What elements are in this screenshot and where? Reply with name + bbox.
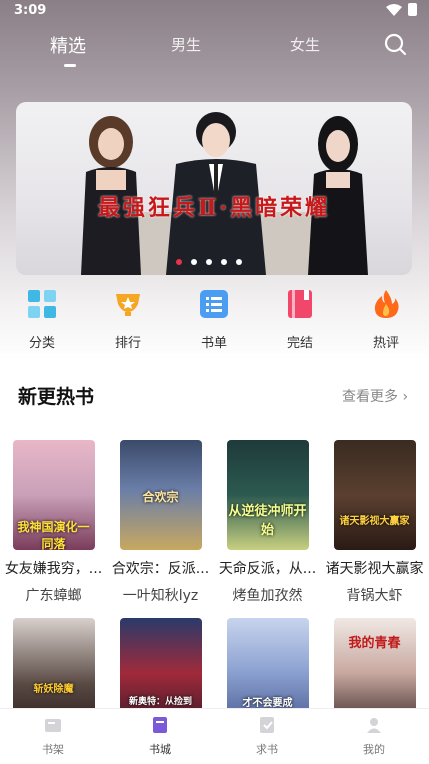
book-title: 诸天影视大赢家	[325, 561, 424, 577]
status-bar: 3:09	[0, 0, 429, 22]
book-cover: 从逆徒冲师开始	[226, 440, 309, 550]
quick-entry-hot-comments[interactable]: 热评	[356, 288, 416, 351]
book-title: 女友嫌我穷，...	[4, 561, 103, 577]
quick-entry-category[interactable]: 分类	[12, 288, 72, 351]
carousel-dot[interactable]	[206, 259, 212, 265]
battery-icon	[408, 3, 417, 16]
nav-label: 求书	[256, 743, 278, 756]
carousel-dot[interactable]	[221, 259, 227, 265]
nav-request-book[interactable]: 求书	[237, 715, 297, 757]
trophy-icon	[116, 294, 140, 316]
book-card[interactable]: 诸天影视大赢家 诸天影视大赢家 背锅大虾	[321, 440, 428, 605]
tab-featured[interactable]: 精选	[50, 32, 86, 58]
quick-entry-row: 分类 排行 书单 完结 热评	[0, 288, 429, 360]
book-title: 合欢宗：反派...	[111, 561, 210, 577]
cover-title: 斩妖除魔	[33, 684, 74, 695]
view-more-label: 查看更多	[342, 389, 398, 405]
quick-entry-label: 分类	[28, 336, 55, 351]
book-author: 背锅大虾	[346, 588, 403, 604]
cover-title: 诸天影视大赢家	[339, 516, 410, 527]
nav-profile[interactable]: 我的	[344, 715, 404, 757]
nav-bookstore[interactable]: 书城	[130, 715, 190, 757]
quick-entry-label: 热评	[372, 336, 399, 351]
status-time: 3:09	[14, 3, 47, 18]
carousel-dot[interactable]	[236, 259, 242, 265]
book-author: 一叶知秋lyz	[122, 588, 199, 604]
section-title: 新更热书	[18, 386, 95, 408]
top-tab-bar: 精选 男生 女生	[0, 28, 429, 72]
cover-title: 我神国演化一同落	[17, 520, 90, 550]
nav-label: 我的	[363, 743, 385, 756]
chevron-right-icon: ›	[402, 389, 409, 405]
wifi-icon	[386, 3, 402, 16]
book-cover: 合欢宗	[119, 440, 202, 550]
status-icons	[386, 3, 417, 16]
cover-title: 才不会要成	[242, 698, 293, 709]
category-grid-icon	[28, 290, 56, 318]
quick-entry-ranking[interactable]: 排行	[98, 288, 158, 351]
book-card[interactable]: 我神国演化一同落 女友嫌我穷，... 广东蟑螂	[0, 440, 107, 605]
book-card[interactable]: 合欢宗 合欢宗：反派... 一叶知秋lyz	[107, 440, 214, 605]
carousel-dot[interactable]	[176, 259, 182, 265]
nav-label: 书城	[149, 743, 171, 756]
list-icon	[200, 290, 228, 318]
hot-books-section: 新更热书 查看更多 › 我神国演化一同落 女友嫌我穷，... 广东蟑螂 合欢宗 …	[0, 360, 429, 728]
banner-carousel[interactable]: 最强狂兵Ⅱ·黑暗荣耀	[16, 102, 412, 275]
cover-title: 我的青春	[348, 636, 401, 651]
book-card[interactable]: 从逆徒冲师开始 天命反派，从... 烤鱼加孜然	[214, 440, 321, 605]
tab-indicator	[64, 64, 76, 67]
book-cover: 我神国演化一同落	[12, 440, 95, 550]
view-more-link[interactable]: 查看更多 ›	[342, 386, 408, 406]
banner-title: 最强狂兵Ⅱ·黑暗荣耀	[97, 195, 331, 221]
book-icon	[288, 290, 312, 318]
book-title: 天命反派，从...	[218, 561, 317, 577]
tab-female[interactable]: 女生	[290, 34, 320, 55]
banner-artwork	[81, 112, 368, 275]
carousel-dot[interactable]	[191, 259, 197, 265]
book-cover: 诸天影视大赢家	[333, 440, 416, 550]
quick-entry-label: 书单	[200, 336, 227, 351]
profile-icon	[367, 718, 381, 733]
book-author: 烤鱼加孜然	[232, 588, 303, 604]
quick-entry-label: 排行	[114, 336, 141, 351]
nav-bookshelf[interactable]: 书架	[23, 715, 83, 757]
book-author: 广东蟑螂	[25, 588, 82, 604]
request-book-icon	[260, 717, 274, 733]
nav-label: 书架	[42, 743, 64, 756]
quick-entry-finished[interactable]: 完结	[270, 288, 330, 351]
search-icon[interactable]	[383, 32, 407, 56]
cover-title: 新奥特：从捡到	[128, 697, 192, 707]
bookshelf-icon	[45, 719, 61, 732]
quick-entry-label: 完结	[286, 336, 313, 351]
tab-male[interactable]: 男生	[171, 34, 201, 55]
bottom-nav: 书架 书城 求书 我的	[0, 708, 429, 764]
cover-title: 从逆徒冲师开始	[228, 504, 307, 538]
quick-entry-booklist[interactable]: 书单	[184, 288, 244, 351]
bookstore-icon	[153, 717, 167, 733]
carousel-dots	[176, 259, 242, 265]
flame-icon	[374, 290, 399, 318]
cover-title: 合欢宗	[142, 490, 179, 504]
